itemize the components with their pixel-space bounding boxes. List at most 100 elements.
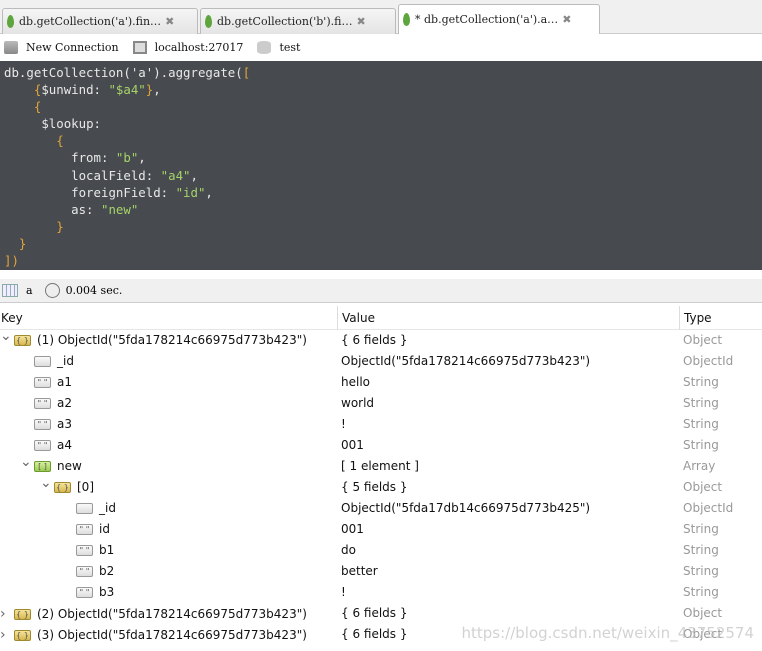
type-cell: Object	[683, 333, 723, 347]
chevron-right-icon[interactable]: ›	[0, 606, 14, 622]
database-item[interactable]: test	[257, 41, 300, 54]
table-row[interactable]: " " a3! String	[0, 414, 762, 435]
key-cell: " " b2	[76, 564, 114, 578]
key-text: b1	[99, 543, 115, 557]
type-cell: String	[683, 564, 719, 578]
string-type-icon: " "	[76, 523, 93, 535]
value-cell: !	[341, 585, 346, 599]
value-cell: world	[341, 396, 375, 410]
table-row[interactable]: " " a4 001 String	[0, 435, 762, 456]
value-cell: ObjectId("5fda178214c66975d773b423")	[341, 354, 591, 368]
tab-query-a-find[interactable]: db.getCollection('a').fin… ✖	[2, 8, 198, 34]
key-text: new	[57, 459, 82, 473]
chevron-down-icon[interactable]: ⌄	[40, 475, 54, 491]
type-cell: String	[683, 396, 719, 410]
code-line: }	[4, 218, 758, 235]
connection-item[interactable]: New Connection	[4, 41, 119, 54]
database-label: test	[279, 41, 301, 54]
column-type[interactable]: Type	[684, 311, 712, 325]
code-token: ])	[4, 253, 19, 269]
mongodb-leaf-icon	[403, 13, 410, 26]
key-text: a2	[57, 396, 72, 410]
type-cell: String	[683, 438, 719, 452]
code-token: ,	[138, 150, 146, 166]
value-cell: { 6 fields }	[341, 606, 408, 620]
close-icon[interactable]: ✖	[562, 13, 571, 26]
table-row[interactable]: " " b3! String	[0, 582, 762, 603]
string-type-icon: " "	[34, 418, 51, 430]
type-cell: String	[683, 522, 719, 536]
key-text: a4	[57, 438, 72, 452]
key-cell: _id	[34, 354, 74, 368]
key-text: a1	[57, 375, 72, 389]
database-icon	[257, 41, 272, 54]
type-cell: Object	[683, 606, 723, 620]
table-row[interactable]: ⌄{ } [0] { 5 fields } Object	[0, 475, 762, 498]
code-line: ])	[4, 252, 758, 269]
code-line: as: "new"	[4, 201, 758, 218]
close-icon[interactable]: ✖	[356, 15, 365, 28]
table-row[interactable]: ›{ } (2) ObjectId("5fda178214c66975d773b4…	[0, 603, 762, 624]
column-value[interactable]: Value	[342, 311, 375, 325]
column-divider[interactable]	[337, 306, 338, 330]
code-line: foreignField: "id",	[4, 184, 758, 201]
value-cell: hello	[341, 375, 370, 389]
array-type-icon: [ ]	[34, 460, 51, 472]
key-text: b2	[99, 564, 115, 578]
table-row[interactable]: " " b2 better String	[0, 561, 762, 582]
table-row[interactable]: " " b1 do String	[0, 540, 762, 561]
value-cell: 001	[341, 522, 364, 536]
code-token: localField:	[71, 167, 161, 183]
code-token: ,	[205, 184, 213, 200]
table-row[interactable]: _id ObjectId("5fda17db14c66975d773b425") O…	[0, 498, 762, 519]
chevron-down-icon[interactable]: ⌄	[0, 328, 14, 344]
type-cell: Array	[683, 459, 716, 473]
code-token: }	[18, 235, 27, 251]
string-type-icon: " "	[34, 397, 51, 409]
tab-query-b-find[interactable]: db.getCollection('b').fi… ✖	[200, 8, 396, 34]
tab-query-a-aggregate[interactable]: * db.getCollection('a').a… ✖	[398, 4, 600, 34]
table-row[interactable]: " " id 001 String	[0, 519, 762, 540]
code-token: "id"	[175, 184, 206, 200]
code-token: {	[56, 133, 64, 149]
code-token: "$a4"	[108, 82, 146, 98]
server-item[interactable]: localhost:27017	[132, 41, 243, 54]
value-cell: ObjectId("5fda17db14c66975d773b425")	[341, 501, 591, 515]
mongodb-leaf-icon	[7, 15, 14, 28]
code-token: db.getCollection('a').aggregate(	[4, 65, 243, 80]
value-cell: do	[341, 543, 356, 557]
table-row[interactable]: " " a1 hello String	[0, 372, 762, 393]
key-cell: ⌄{ } (1) ObjectId("5fda178214c66975d773b4…	[0, 328, 307, 347]
type-cell: String	[683, 585, 719, 599]
table-row[interactable]: ⌄[ ] new [ 1 element ] Array	[0, 454, 762, 477]
chevron-right-icon[interactable]: ›	[0, 627, 14, 643]
table-row[interactable]: ⌄{ } (1) ObjectId("5fda178214c66975d773b4…	[0, 328, 762, 351]
key-text: _id	[99, 501, 116, 515]
type-cell: String	[683, 375, 719, 389]
query-editor[interactable]: db.getCollection('a').aggregate([ {$unwi…	[0, 61, 762, 270]
close-icon[interactable]: ✖	[165, 15, 174, 28]
code-token: [	[242, 65, 251, 80]
chevron-down-icon[interactable]: ⌄	[20, 454, 34, 470]
string-type-icon: " "	[76, 565, 93, 577]
key-text: b3	[99, 585, 115, 599]
code-token: "new"	[100, 201, 139, 217]
string-type-icon: " "	[34, 439, 51, 451]
key-text: (1) ObjectId("5fda178214c66975d773b423")	[37, 333, 307, 347]
table-row[interactable]: _id ObjectId("5fda178214c66975d773b423") O…	[0, 351, 762, 372]
column-divider[interactable]	[679, 306, 680, 330]
value-cell: 001	[341, 438, 364, 452]
key-cell: " " a1	[34, 375, 72, 389]
table-row[interactable]: " " a2 world String	[0, 393, 762, 414]
column-key[interactable]: Key	[1, 311, 23, 325]
key-text: (2) ObjectId("5fda178214c66975d773b423")	[37, 607, 307, 621]
watermark: https://blog.csdn.net/weixin_43752574	[461, 624, 754, 642]
type-cell: String	[683, 543, 719, 557]
